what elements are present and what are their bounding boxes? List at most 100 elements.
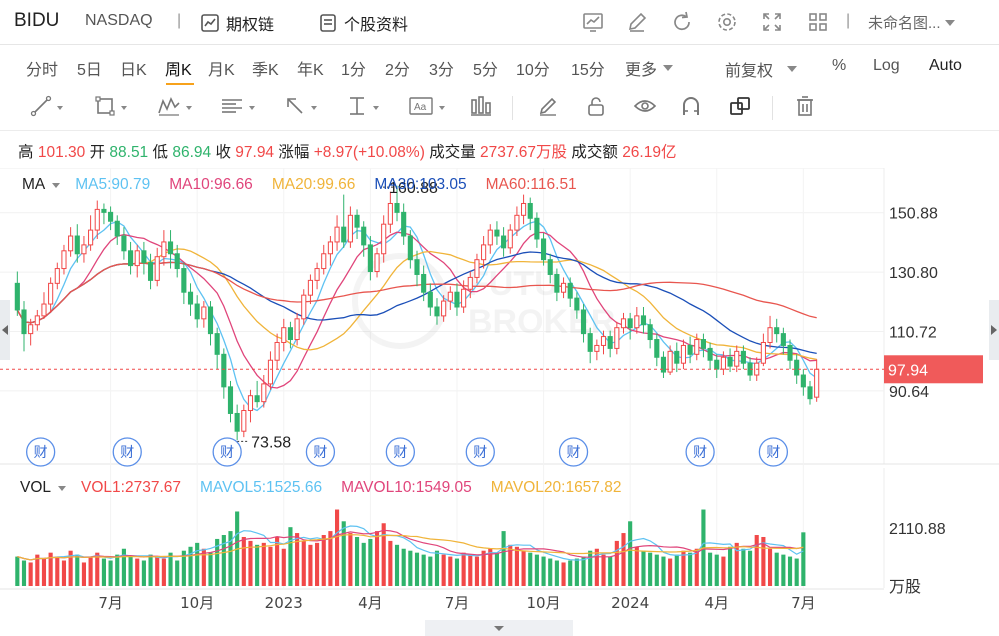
- candle-body: [494, 229, 500, 237]
- candle-body: [167, 241, 174, 255]
- period-monthly-k[interactable]: 月K: [208, 56, 235, 80]
- candle-body: [367, 244, 373, 273]
- time-tick-label: 2023: [265, 594, 303, 612]
- candle-body: [501, 235, 507, 249]
- percent-toggle[interactable]: %: [832, 57, 846, 75]
- period-5day[interactable]: 5日: [77, 56, 102, 80]
- period-5min[interactable]: 5分: [473, 56, 498, 80]
- volume-bar: [321, 535, 326, 586]
- candle-body: [574, 297, 580, 311]
- candle-body: [287, 327, 294, 341]
- period-weekly-k[interactable]: 周K: [165, 56, 192, 80]
- volume-bar: [414, 552, 420, 586]
- period-quarterly-k[interactable]: 季K: [252, 56, 279, 80]
- log-toggle[interactable]: Log: [873, 57, 900, 75]
- candle-body: [534, 217, 540, 240]
- period-2min[interactable]: 2分: [385, 56, 410, 80]
- trendline-tool[interactable]: [30, 95, 63, 119]
- ma-legend-dropdown-icon[interactable]: [52, 182, 61, 188]
- candle-body: [194, 303, 200, 320]
- volume-bar: [21, 560, 27, 586]
- caret-down-icon: [944, 19, 955, 26]
- candle-body: [301, 294, 307, 320]
- pattern-tool[interactable]: [157, 96, 192, 119]
- stock-profile-link[interactable]: 个股资料: [318, 11, 408, 35]
- visibility-tool[interactable]: [633, 97, 657, 119]
- pencil-icon[interactable]: [625, 10, 649, 34]
- volume-bar: [728, 546, 733, 586]
- volume-value: 2737.67万股: [480, 144, 568, 161]
- chart-icon[interactable]: [581, 10, 605, 34]
- collapse-panel-handle[interactable]: [425, 620, 573, 636]
- rectangle-tool[interactable]: [94, 95, 127, 119]
- volume-bar: [208, 552, 213, 586]
- auto-toggle[interactable]: Auto: [929, 57, 962, 75]
- period-1min[interactable]: 1分: [341, 56, 366, 80]
- volume-bar: [654, 554, 659, 586]
- vol-legend-name[interactable]: VOL: [20, 479, 51, 497]
- fibonacci-tool[interactable]: [220, 97, 255, 119]
- magnet-icon: [680, 95, 702, 122]
- options-chain-link[interactable]: 期权链: [200, 11, 274, 35]
- ma-legend-name[interactable]: MA: [22, 176, 45, 194]
- ma-legend: MA MA5:90.79 MA10:96.66 MA20:99.66 MA30:…: [22, 176, 577, 194]
- volume-bar: [781, 554, 786, 586]
- grid-layout-icon[interactable]: [806, 10, 830, 34]
- candle-body: [600, 336, 607, 346]
- candle-body: [720, 356, 726, 370]
- scroll-right-arrow[interactable]: [989, 300, 999, 360]
- measure-icon: [346, 95, 368, 122]
- period-yearly-k[interactable]: 年K: [297, 56, 324, 80]
- adjust-dropdown[interactable]: 前复权: [725, 57, 798, 81]
- period-10min[interactable]: 10分: [516, 56, 550, 80]
- volume-bar: [155, 556, 160, 586]
- period-daily-k[interactable]: 日K: [120, 56, 147, 80]
- volume-bar: [341, 521, 346, 586]
- period-15min[interactable]: 15分: [571, 56, 605, 80]
- candle-body: [334, 226, 340, 243]
- layers-tool[interactable]: [728, 96, 752, 119]
- measure-tool[interactable]: [346, 95, 379, 122]
- candle-body: [441, 300, 447, 317]
- chart-grid: [0, 168, 999, 590]
- close-value: 97.94: [235, 144, 275, 161]
- ma20-legend: MA20:99.66: [271, 176, 356, 193]
- candle-body: [294, 318, 300, 341]
- period-more-dropdown[interactable]: 更多: [625, 56, 674, 80]
- layout-dropdown[interactable]: 未命名图...: [868, 12, 955, 33]
- lock-tool[interactable]: [585, 96, 607, 119]
- magnet-tool[interactable]: [680, 95, 702, 122]
- fullscreen-icon[interactable]: [760, 10, 784, 34]
- refresh-icon[interactable]: [670, 10, 694, 34]
- volume-profile-tool[interactable]: [469, 95, 493, 119]
- volume-bar: [81, 562, 87, 586]
- candle-body: [274, 341, 280, 361]
- volume-bar: [554, 560, 559, 586]
- arrow-tool[interactable]: [284, 97, 317, 119]
- period-3min[interactable]: 3分: [429, 56, 454, 80]
- brush-tool[interactable]: [537, 97, 559, 119]
- candle-body: [21, 309, 27, 335]
- svg-text:FUTU: FUTU: [468, 265, 559, 303]
- scroll-left-arrow[interactable]: [0, 300, 10, 360]
- caret-down-icon: [121, 106, 127, 110]
- candle-body: [787, 344, 793, 361]
- caret-left-icon: [2, 325, 8, 335]
- delete-tool[interactable]: [794, 95, 816, 119]
- change-label: 涨幅: [278, 144, 310, 161]
- caret-down-icon: [186, 106, 192, 110]
- period-intraday[interactable]: 分时: [26, 56, 58, 80]
- volume-bar: [335, 509, 340, 586]
- text-tool[interactable]: Aa: [408, 96, 445, 119]
- candle-body: [28, 324, 34, 335]
- layout-name-label: 未命名图...: [868, 15, 941, 32]
- candle-body: [627, 318, 633, 329]
- candle-body: [121, 235, 127, 252]
- vol-legend-dropdown-icon[interactable]: [58, 485, 67, 491]
- candlestick-chart[interactable]: FUTU BROKER 97.94160.8873.58 财财财财财财财财财 1…: [0, 168, 999, 636]
- volume-bar: [794, 558, 799, 586]
- candle-body: [540, 238, 547, 261]
- candle-body: [607, 336, 613, 349]
- gear-icon[interactable]: [715, 10, 739, 34]
- volume-bar: [608, 556, 613, 586]
